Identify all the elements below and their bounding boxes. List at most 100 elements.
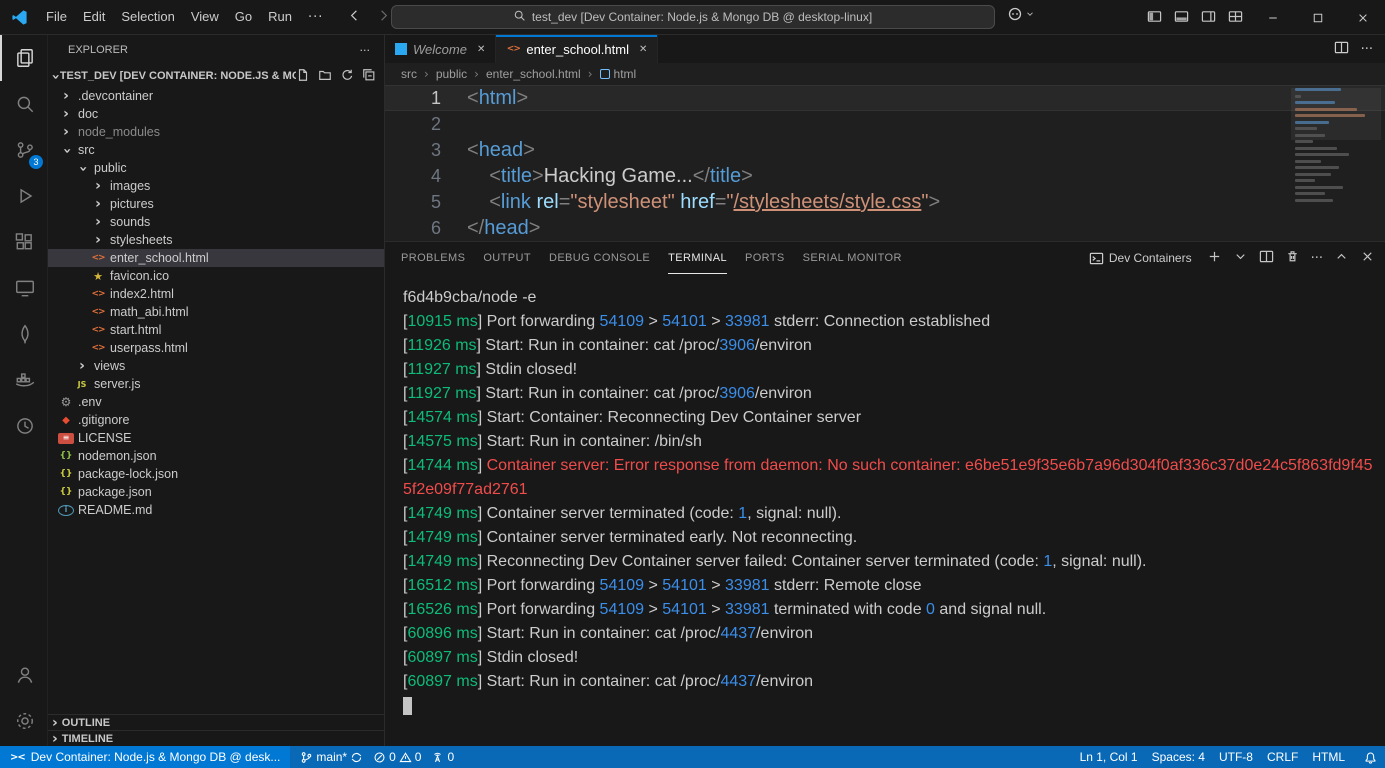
customize-layout-button[interactable] <box>1228 9 1243 27</box>
tree-item-math-abi-html[interactable]: math_abi.html <box>48 303 384 321</box>
accounts-button[interactable] <box>0 652 48 698</box>
ports-status[interactable]: 0 <box>431 750 454 764</box>
tree-item-images[interactable]: ›images <box>48 177 384 195</box>
tab-enter-school-html[interactable]: enter_school.html✕ <box>496 35 658 63</box>
tree-item-package-lock-json[interactable]: package-lock.json <box>48 465 384 483</box>
refresh-button[interactable] <box>340 68 354 85</box>
tree-item-package-json[interactable]: package.json <box>48 483 384 501</box>
activity-source-control[interactable]: 3 <box>0 127 48 173</box>
tree-item-doc[interactable]: ›doc <box>48 105 384 123</box>
settings-button[interactable] <box>0 698 48 744</box>
close-tab-button[interactable]: ✕ <box>477 44 485 55</box>
section-outline[interactable]: ›OUTLINE <box>48 714 384 730</box>
maximize-panel-button[interactable] <box>1334 249 1349 267</box>
code-editor[interactable]: 1<html>23<head>4 <title>Hacking Game...<… <box>385 85 1385 241</box>
tree-item-license[interactable]: LICENSE <box>48 429 384 447</box>
breadcrumb-src[interactable]: src <box>401 67 417 81</box>
split-editor-button[interactable] <box>1334 40 1349 58</box>
tree-item-env[interactable]: .env <box>48 393 384 411</box>
new-folder-button[interactable] <box>318 68 332 85</box>
menu-go[interactable]: Go <box>227 6 260 28</box>
new-terminal-button[interactable] <box>1207 249 1222 267</box>
menu-view[interactable]: View <box>183 6 227 28</box>
tree-item-devcontainer[interactable]: ›.devcontainer <box>48 87 384 105</box>
close-tab-button[interactable]: ✕ <box>639 44 647 55</box>
panel-tab-ports[interactable]: PORTS <box>745 242 785 274</box>
panel-tab-output[interactable]: OUTPUT <box>483 242 531 274</box>
tree-item-sounds[interactable]: ›sounds <box>48 213 384 231</box>
activity-remote-explorer[interactable] <box>0 265 48 311</box>
panel-tab-debug-console[interactable]: DEBUG CONSOLE <box>549 242 650 274</box>
terminal-profile[interactable]: Dev Containers <box>1089 251 1192 266</box>
new-file-button[interactable] <box>296 68 310 85</box>
activity-gitlens[interactable] <box>0 403 48 449</box>
tree-item-index2-html[interactable]: index2.html <box>48 285 384 303</box>
status-item-spaces[interactable]: Spaces: 4 <box>1145 750 1212 764</box>
tree-item-gitignore[interactable]: .gitignore <box>48 411 384 429</box>
breadcrumb-enter-school-html[interactable]: enter_school.html <box>486 67 581 81</box>
close-panel-button[interactable] <box>1360 249 1375 267</box>
collapse-all-button[interactable] <box>362 68 376 85</box>
tree-item-src[interactable]: ›src <box>48 141 384 159</box>
toggle-primary-sidebar-button[interactable] <box>1147 9 1162 27</box>
section-timeline[interactable]: ›TIMELINE <box>48 730 384 746</box>
tree-item-favicon-ico[interactable]: favicon.ico <box>48 267 384 285</box>
status-item-utf-8[interactable]: UTF-8 <box>1212 750 1260 764</box>
activity-extensions[interactable] <box>0 219 48 265</box>
branch-status[interactable]: main* <box>300 750 363 764</box>
code-line-5[interactable]: 5 <link rel="stylesheet" href="/styleshe… <box>385 189 1385 215</box>
toggle-panel-button[interactable] <box>1174 9 1189 27</box>
copilot-menu[interactable] <box>1007 6 1035 22</box>
tree-item-userpass-html[interactable]: userpass.html <box>48 339 384 357</box>
split-terminal-button[interactable] <box>1259 249 1274 267</box>
status-item-ln-1-col-1[interactable]: Ln 1, Col 1 <box>1073 750 1145 764</box>
breadcrumb-html[interactable]: html <box>600 67 637 81</box>
tree-item-readme-md[interactable]: README.md <box>48 501 384 519</box>
panel-tab-terminal[interactable]: TERMINAL <box>668 242 727 274</box>
problems-status[interactable]: 0 0 <box>373 750 421 764</box>
tab-welcome[interactable]: Welcome✕ <box>385 35 496 63</box>
activity-mongodb[interactable] <box>0 311 48 357</box>
close-window-button[interactable] <box>1340 0 1385 35</box>
menu-selection[interactable]: Selection <box>113 6 182 28</box>
forward-button[interactable] <box>376 8 391 26</box>
kill-terminal-button[interactable] <box>1285 249 1300 267</box>
tree-item-start-html[interactable]: start.html <box>48 321 384 339</box>
tree-item-enter-school-html[interactable]: enter_school.html <box>48 249 384 267</box>
tree-item-stylesheets[interactable]: ›stylesheets <box>48 231 384 249</box>
notifications-bell-button[interactable] <box>1356 751 1385 764</box>
menu-run[interactable]: Run <box>260 6 300 28</box>
activity-docker[interactable] <box>0 357 48 403</box>
panel-tab-problems[interactable]: PROBLEMS <box>401 242 465 274</box>
tree-item-node-modules[interactable]: ›node_modules <box>48 123 384 141</box>
code-line-3[interactable]: 3<head> <box>385 137 1385 163</box>
menu-edit[interactable]: Edit <box>75 6 113 28</box>
panel-tab-serial-monitor[interactable]: SERIAL MONITOR <box>803 242 902 274</box>
command-center[interactable]: test_dev [Dev Container: Node.js & Mongo… <box>391 5 995 29</box>
minimap[interactable] <box>1295 88 1369 210</box>
back-button[interactable] <box>347 8 362 26</box>
breadcrumb-public[interactable]: public <box>436 67 467 81</box>
terminal-profile-dropdown[interactable] <box>1233 249 1248 267</box>
tree-item-pictures[interactable]: ›pictures <box>48 195 384 213</box>
activity-search[interactable] <box>0 81 48 127</box>
code-line-2[interactable]: 2 <box>385 111 1385 137</box>
status-item-html[interactable]: HTML <box>1305 750 1352 764</box>
menu-file[interactable]: File <box>38 6 75 28</box>
minimize-button[interactable] <box>1250 0 1295 35</box>
status-item-crlf[interactable]: CRLF <box>1260 750 1305 764</box>
tree-item-server-js[interactable]: server.js <box>48 375 384 393</box>
terminal-output[interactable]: f6d4b9cba/node -e[10915 ms] Port forward… <box>385 274 1385 746</box>
explorer-more-actions-button[interactable]: ··· <box>360 44 371 57</box>
maximize-button[interactable] <box>1295 0 1340 35</box>
activity-explorer[interactable] <box>0 35 48 81</box>
remote-indicator[interactable]: >< Dev Container: Node.js & Mongo DB @ d… <box>0 746 290 768</box>
tree-item-views[interactable]: ›views <box>48 357 384 375</box>
menu-overflow-button[interactable]: ··· <box>300 10 331 25</box>
code-line-6[interactable]: 6</head> <box>385 215 1385 241</box>
panel-more-actions-button[interactable]: ··· <box>1311 251 1323 266</box>
activity-run-debug[interactable] <box>0 173 48 219</box>
tree-item-nodemon-json[interactable]: nodemon.json <box>48 447 384 465</box>
editor-more-actions-button[interactable]: ··· <box>1361 42 1373 57</box>
code-line-4[interactable]: 4 <title>Hacking Game...</title> <box>385 163 1385 189</box>
